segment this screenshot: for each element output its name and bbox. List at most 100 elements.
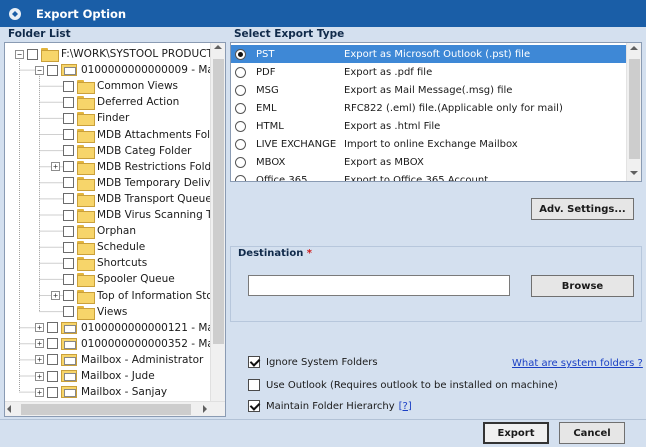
expand-icon[interactable]: + <box>51 162 60 172</box>
tree-folder-item[interactable]: Orphan <box>51 223 136 240</box>
tree-checkbox[interactable] <box>63 193 74 205</box>
export-type-row[interactable]: PDF Export as .pdf file <box>231 63 626 81</box>
tree-folder-item[interactable]: MDB Attachments Folde <box>51 127 211 143</box>
export-type-radio[interactable] <box>235 66 246 78</box>
tree-checkbox[interactable] <box>63 273 74 285</box>
title-bar: Export Option <box>0 0 646 27</box>
expand-icon[interactable]: + <box>35 339 44 349</box>
export-button[interactable]: Export <box>483 422 549 444</box>
ignore-system-folders-checkbox[interactable] <box>248 356 260 368</box>
adv-settings-button[interactable]: Adv. Settings... <box>531 198 634 220</box>
collapse-icon[interactable]: − <box>35 65 44 75</box>
tree-folder-item[interactable]: Deferred Action <box>51 94 179 111</box>
tree-checkbox[interactable] <box>27 48 38 60</box>
export-type-row[interactable]: Office 365 Export to Office 365 Account <box>231 171 626 182</box>
what-are-system-folders-link[interactable]: What are system folders ? <box>512 358 643 369</box>
export-type-radio[interactable] <box>235 120 246 132</box>
browse-button[interactable]: Browse <box>531 275 634 297</box>
expand-icon[interactable]: + <box>51 291 60 300</box>
tree-folder-item[interactable]: Views <box>51 304 127 320</box>
tree-checkbox[interactable] <box>63 145 74 157</box>
tree-folder-item[interactable]: MDB Categ Folder <box>51 143 191 159</box>
tree-folder-item[interactable]: Spooler Queue <box>51 271 175 288</box>
tree-checkbox[interactable] <box>63 177 74 189</box>
tree-checkbox[interactable] <box>63 161 74 173</box>
horizontal-scroll-thumb[interactable] <box>21 404 191 415</box>
export-type-radio[interactable] <box>235 174 246 181</box>
use-outlook-option[interactable]: Use Outlook (Requires outlook to be inst… <box>248 379 558 391</box>
tree-folder-item[interactable]: Schedule <box>51 239 145 256</box>
tree-checkbox[interactable] <box>63 112 74 124</box>
folder-icon <box>77 305 95 320</box>
tree-folder-item[interactable]: Finder <box>51 110 129 127</box>
tree-checkbox[interactable] <box>63 290 74 301</box>
tree-mailbox-item[interactable]: + Mailbox - Sanjay <box>35 384 167 400</box>
tree-item-label: MDB Attachments Folde <box>97 128 211 141</box>
tree-item-label: Top of Information Store <box>97 289 211 302</box>
tree-checkbox[interactable] <box>63 209 74 221</box>
expand-icon[interactable]: + <box>35 323 44 333</box>
tree-folder-item[interactable]: + Top of Information Store <box>51 288 211 304</box>
maintain-hierarchy-checkbox[interactable] <box>248 400 260 412</box>
use-outlook-checkbox[interactable] <box>248 379 260 391</box>
export-type-row[interactable]: HTML Export as .html File <box>231 117 626 135</box>
collapse-icon[interactable]: − <box>15 49 24 59</box>
export-type-row[interactable]: MSG Export as Mail Message(.msg) file <box>231 81 626 99</box>
export-type-list[interactable]: PST Export as Microsoft Outlook (.pst) fi… <box>230 42 642 182</box>
tree-checkbox[interactable] <box>47 354 58 366</box>
tree-folder-item[interactable]: MDB Temporary Delivery <box>51 175 211 191</box>
tree-folder-item[interactable]: + MDB Restrictions Folder <box>51 159 211 175</box>
help-link[interactable]: [?] <box>399 401 412 412</box>
expand-icon[interactable]: + <box>35 355 44 365</box>
tree-checkbox[interactable] <box>63 96 74 108</box>
tree-checkbox[interactable] <box>47 64 58 76</box>
app-icon <box>9 7 21 20</box>
tree-root-item[interactable]: − F:\WORK\SYSTOOL PRODUCT II <box>15 46 211 62</box>
tree-checkbox[interactable] <box>63 241 74 253</box>
export-type-scroll-thumb[interactable] <box>629 59 640 159</box>
tree-checkbox[interactable] <box>63 225 74 237</box>
export-type-row[interactable]: PST Export as Microsoft Outlook (.pst) fi… <box>231 45 626 63</box>
export-type-row[interactable]: EML RFC822 (.eml) file.(Applicable only f… <box>231 99 626 117</box>
maintain-hierarchy-option[interactable]: Maintain Folder Hierarchy [?] <box>248 400 412 412</box>
tree-folder-item[interactable]: Shortcuts <box>51 255 147 272</box>
tree-folder-item[interactable]: MDB Virus Scanning Ten <box>51 207 211 223</box>
tree-mailbox-item[interactable]: + Mailbox - Administrator <box>35 352 203 368</box>
export-type-name: Office 365 <box>256 174 308 182</box>
tree-mailbox-item[interactable]: + Mailbox - Jude <box>35 368 155 384</box>
folder-tree[interactable]: − F:\WORK\SYSTOOL PRODUCT II − 010000000000… <box>4 42 226 417</box>
tree-folder-item[interactable]: Common Views <box>51 78 178 95</box>
tree-checkbox[interactable] <box>63 80 74 92</box>
export-type-radio[interactable] <box>235 102 246 114</box>
destination-input[interactable] <box>248 275 510 296</box>
tree-checkbox[interactable] <box>63 129 74 140</box>
folder-tree-vertical-scrollbar[interactable] <box>210 43 225 401</box>
tree-mailbox-item[interactable]: +0100000000000352 - Mailbox <box>35 336 211 352</box>
export-type-row[interactable]: LIVE EXCHANGE Import to online Exchange M… <box>231 135 626 153</box>
export-type-radio[interactable] <box>235 84 246 96</box>
tree-checkbox[interactable] <box>63 306 74 318</box>
folder-icon <box>77 96 95 111</box>
tree-checkbox[interactable] <box>63 257 74 269</box>
tree-checkbox[interactable] <box>47 322 58 334</box>
cancel-button[interactable]: Cancel <box>559 422 625 444</box>
export-type-radio[interactable] <box>235 138 246 150</box>
vertical-scroll-thumb[interactable] <box>213 59 224 344</box>
tree-checkbox[interactable] <box>47 370 58 382</box>
tree-folder-item[interactable]: MDB Transport Queue Fo <box>51 191 211 207</box>
tree-mailbox-item[interactable]: − 0100000000000009 - Mailbox <box>35 62 211 78</box>
folder-tree-horizontal-scrollbar[interactable] <box>5 401 225 416</box>
tree-mailbox-item[interactable]: +0100000000000121 - Mailbox <box>35 320 211 336</box>
expand-icon[interactable]: + <box>35 387 44 397</box>
expand-icon[interactable]: + <box>35 371 44 381</box>
required-marker: * <box>306 248 313 259</box>
export-type-radio[interactable] <box>235 156 246 168</box>
export-type-scrollbar[interactable] <box>626 43 641 181</box>
export-type-row[interactable]: MBOX Export as MBOX <box>231 153 626 171</box>
export-type-description: Import to online Exchange Mailbox <box>344 138 518 150</box>
tree-item-label: Mailbox - Jude <box>81 370 155 382</box>
ignore-system-folders-option[interactable]: Ignore System Folders <box>248 356 378 368</box>
export-type-radio[interactable] <box>235 48 246 60</box>
tree-checkbox[interactable] <box>47 386 58 398</box>
tree-checkbox[interactable] <box>47 338 58 350</box>
